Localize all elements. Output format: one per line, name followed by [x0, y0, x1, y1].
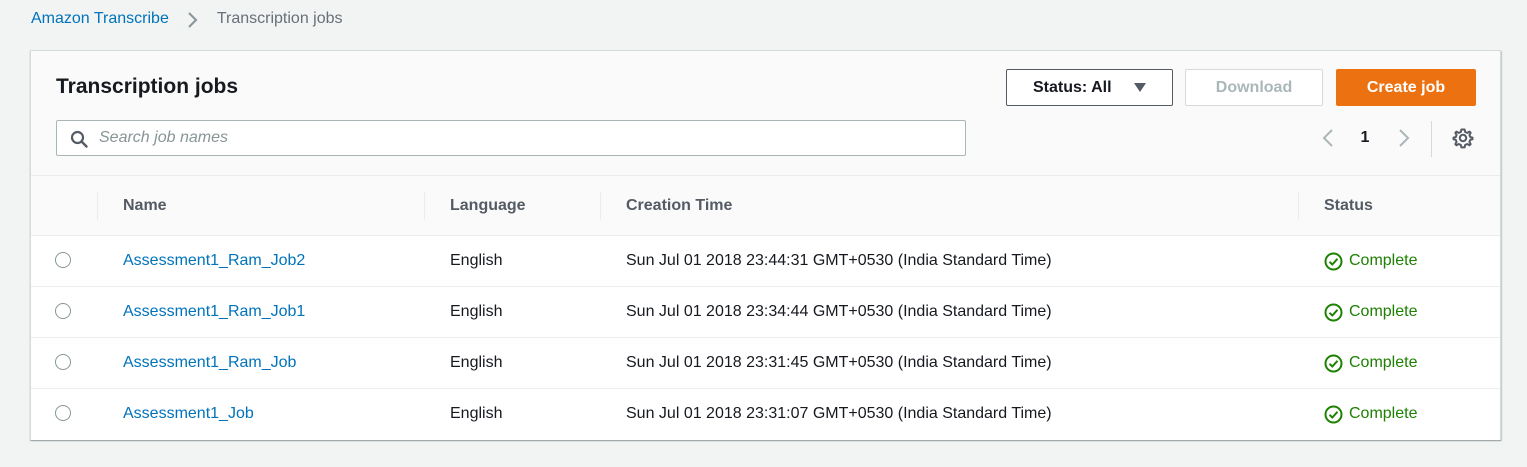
create-job-button[interactable]: Create job [1336, 69, 1476, 106]
column-divider [97, 192, 98, 220]
job-language: English [450, 252, 503, 269]
download-button[interactable]: Download [1185, 69, 1323, 106]
column-header-language[interactable]: Language [450, 176, 526, 235]
job-status-label: Complete [1349, 252, 1418, 269]
chevron-right-icon[interactable] [1398, 128, 1410, 148]
chevron-right-icon [187, 10, 199, 28]
transcription-jobs-panel: Transcription jobs Status: All Download … [30, 50, 1501, 440]
job-status: Complete [1324, 287, 1417, 337]
status-filter-select[interactable]: Status: All [1006, 69, 1173, 106]
breadcrumb-current: Transcription jobs [216, 10, 343, 27]
job-creation-time: Sun Jul 01 2018 23:44:31 GMT+0530 (India… [626, 252, 1052, 269]
column-divider [600, 192, 601, 220]
breadcrumb-link-amazon-transcribe[interactable]: Amazon Transcribe [31, 10, 169, 28]
table-row: Assessment1_Ram_Job1 English Sun Jul 01 … [31, 287, 1500, 338]
search-input[interactable] [97, 121, 957, 155]
check-circle-icon [1324, 354, 1343, 372]
job-name-link[interactable]: Assessment1_Ram_Job2 [123, 236, 305, 286]
status-filter-label: Status: All [1033, 78, 1112, 96]
search-box [56, 120, 966, 156]
current-page-number[interactable]: 1 [1355, 128, 1375, 148]
job-status: Complete [1324, 236, 1417, 286]
job-language: English [450, 303, 503, 320]
row-select-radio[interactable] [55, 303, 71, 319]
job-status-label: Complete [1349, 303, 1418, 320]
job-status-label: Complete [1349, 354, 1418, 371]
table-header: Name Language Creation Time Status [31, 176, 1500, 236]
column-divider [1298, 192, 1299, 220]
job-status: Complete [1324, 338, 1417, 388]
job-language: English [450, 354, 503, 371]
panel-title: Transcription jobs [56, 75, 239, 98]
job-language: English [450, 405, 503, 422]
check-circle-icon [1324, 252, 1343, 270]
chevron-left-icon[interactable] [1322, 128, 1334, 148]
check-circle-icon [1324, 303, 1343, 321]
job-creation-time: Sun Jul 01 2018 23:34:44 GMT+0530 (India… [626, 303, 1052, 320]
column-header-status[interactable]: Status [1324, 176, 1373, 235]
table-row: Assessment1_Ram_Job2 English Sun Jul 01 … [31, 236, 1500, 287]
table-row: Assessment1_Job English Sun Jul 01 2018 … [31, 389, 1500, 440]
column-divider [424, 192, 425, 220]
gear-icon[interactable] [1452, 127, 1474, 149]
panel-header: Transcription jobs Status: All Download … [31, 51, 1500, 176]
job-creation-time: Sun Jul 01 2018 23:31:45 GMT+0530 (India… [626, 354, 1052, 371]
caret-down-icon [1134, 83, 1146, 92]
job-name-link[interactable]: Assessment1_Ram_Job [123, 338, 296, 388]
column-header-creation-time[interactable]: Creation Time [626, 176, 732, 235]
column-header-name[interactable]: Name [123, 176, 167, 235]
check-circle-icon [1324, 405, 1343, 423]
row-select-radio[interactable] [55, 405, 71, 421]
pager-divider [1431, 121, 1432, 157]
breadcrumb: Amazon Transcribe Transcription jobs [31, 8, 343, 30]
job-status: Complete [1324, 389, 1417, 439]
row-select-radio[interactable] [55, 354, 71, 370]
job-name-link[interactable]: Assessment1_Ram_Job1 [123, 287, 305, 337]
search-icon [70, 130, 88, 148]
job-status-label: Complete [1349, 405, 1418, 422]
job-name-link[interactable]: Assessment1_Job [123, 389, 254, 439]
table-row: Assessment1_Ram_Job English Sun Jul 01 2… [31, 338, 1500, 389]
job-creation-time: Sun Jul 01 2018 23:31:07 GMT+0530 (India… [626, 405, 1052, 422]
row-select-radio[interactable] [55, 252, 71, 268]
